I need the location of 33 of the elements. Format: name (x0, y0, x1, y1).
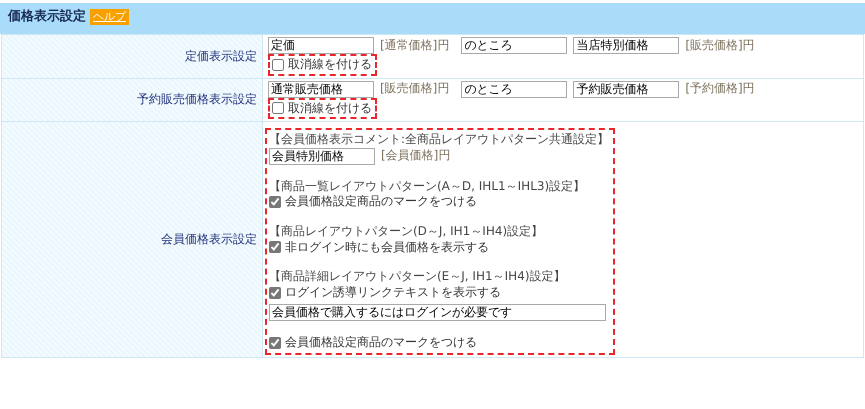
text-field[interactable]: 当店特別価格 (573, 37, 680, 54)
placeholder-tag: [通常価格]円 (380, 38, 450, 54)
placeholder-tag: [販売価格]円 (685, 38, 755, 54)
section-title: 価格表示設定 (8, 8, 86, 26)
checkbox[interactable] (269, 337, 281, 350)
placeholder-tag: [予約価格]円 (685, 81, 755, 97)
group-heading: 【商品詳細レイアウトパターン(E～J, IH1～IH4)設定】 (269, 269, 567, 285)
text-field[interactable]: のところ (461, 37, 568, 54)
group-heading: 【商品レイアウトパターン(D～J, IH1～IH4)設定】 (269, 224, 544, 240)
checkbox-label: 会員価格設定商品のマークをつける (285, 335, 477, 351)
checkbox-label: 会員価格設定商品のマークをつける (285, 194, 477, 210)
text-field[interactable]: 会員特別価格 (269, 148, 375, 165)
checkbox[interactable] (272, 58, 284, 71)
checkbox-label: 取消線を付ける (288, 100, 372, 116)
checkbox[interactable] (269, 196, 281, 208)
checkbox[interactable] (269, 286, 281, 299)
row-label: 定価表示設定 (2, 35, 263, 78)
checkbox-label: 取消線を付ける (288, 57, 372, 73)
text-field[interactable]: 予約販売価格 (573, 80, 680, 98)
checkbox-label: 非ログイン時にも会員価格を表示する (285, 240, 489, 256)
group-heading: 【会員価格表示コメント:全商品レイアウトパターン共通設定】 (269, 132, 610, 148)
text-field[interactable]: 会員価格で購入するにはログインが必要です (269, 304, 606, 322)
placeholder-tag: [販売価格]円 (380, 81, 450, 97)
checkbox[interactable] (272, 102, 284, 114)
text-field[interactable]: 通常販売価格 (268, 80, 374, 98)
checkbox[interactable] (269, 241, 281, 254)
checkbox-label: ログイン誘導リンクテキストを表示する (285, 284, 501, 300)
text-field[interactable]: のところ (461, 80, 568, 98)
placeholder-tag: [会員価格]円 (381, 148, 450, 164)
row-label: 予約販売価格表示設定 (2, 78, 263, 122)
row-label: 会員価格表示設定 (2, 122, 263, 357)
text-field[interactable]: 定価 (268, 37, 374, 54)
group-heading: 【商品一覧レイアウトパターン(A～D, IHL1～IHL3)設定】 (269, 178, 586, 194)
